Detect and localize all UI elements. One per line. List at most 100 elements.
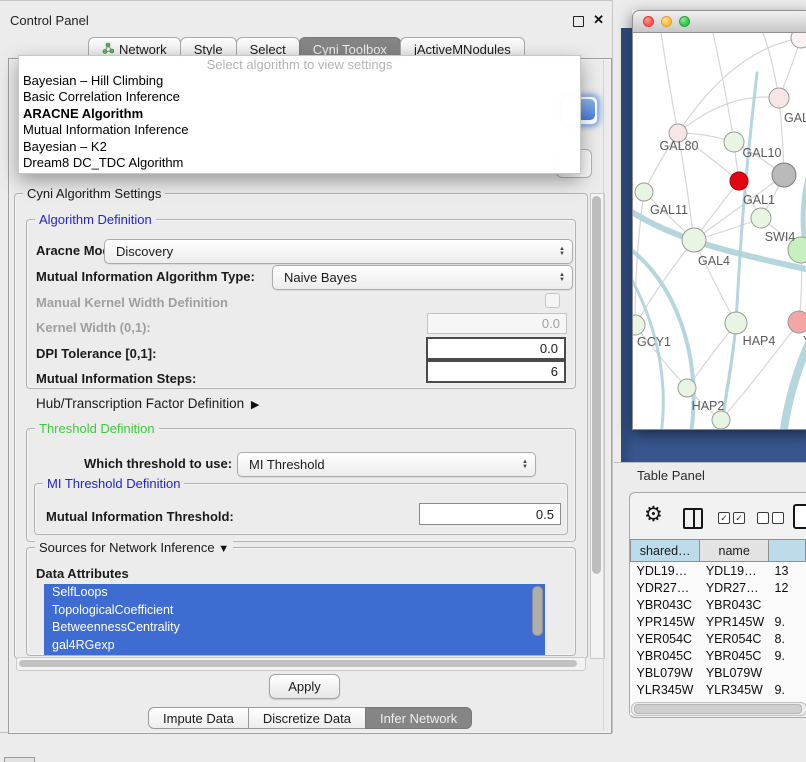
- columns-icon[interactable]: [683, 508, 703, 529]
- settings-horizontal-scrollbar[interactable]: [16, 657, 586, 671]
- manual-kernel-checkbox[interactable]: [545, 293, 560, 308]
- mi-threshold-field[interactable]: 0.5: [419, 503, 561, 525]
- network-canvas[interactable]: GALGAL80GAL10GAL1GAL11GAL4SWI4GCY1HAP4YH…: [632, 33, 806, 430]
- network-node-gal11[interactable]: [635, 183, 653, 201]
- network-window-titlebar[interactable]: [632, 10, 806, 33]
- network-node-hap2[interactable]: [678, 379, 696, 397]
- data-attribute-item[interactable]: BetweennessCentrality: [44, 619, 545, 637]
- scrollbar-thumb[interactable]: [592, 196, 601, 574]
- table-cell[interactable]: YBL079W: [631, 664, 700, 681]
- chevron-down-icon: ▼: [218, 543, 229, 555]
- table-cell[interactable]: YPR145W: [700, 613, 769, 630]
- list-scrollbar[interactable]: [532, 586, 543, 636]
- network-node-gal[interactable]: [769, 88, 789, 108]
- column-header[interactable]: [769, 540, 806, 562]
- table-row[interactable]: YBL079WYBL079W: [631, 664, 806, 681]
- sources-toggle[interactable]: Sources for Network Inference ▼: [35, 540, 233, 557]
- table-cell[interactable]: YDR27…: [700, 579, 769, 596]
- table-cell[interactable]: YBR043C: [700, 596, 769, 613]
- tab-discretize-data[interactable]: Discretize Data: [248, 707, 366, 729]
- network-node[interactable]: [772, 163, 796, 187]
- network-node-y[interactable]: [788, 311, 806, 333]
- data-attribute-item[interactable]: gal4RGexp: [44, 637, 545, 655]
- float-window-icon[interactable]: [573, 16, 584, 27]
- table-cell[interactable]: YBR043C: [631, 596, 700, 613]
- zoom-window-icon[interactable]: [679, 16, 690, 27]
- algorithm-option[interactable]: Mutual Information Inference: [19, 122, 580, 138]
- table-row[interactable]: YBR043CYBR043C: [631, 596, 806, 613]
- mi-steps-field[interactable]: 6: [426, 360, 566, 383]
- table-cell[interactable]: 13: [769, 562, 806, 580]
- table-cell[interactable]: YPR145W: [631, 613, 700, 630]
- table-row[interactable]: YPR145WYPR145W9.: [631, 613, 806, 630]
- network-node-gal4[interactable]: [682, 228, 706, 252]
- network-edge: [678, 97, 779, 133]
- table-cell[interactable]: 8.: [769, 630, 806, 647]
- network-node[interactable]: [730, 172, 748, 190]
- table-cell[interactable]: YDL19…: [631, 562, 700, 580]
- table-cell[interactable]: YLR345W: [631, 681, 700, 698]
- table-cell[interactable]: YER054C: [631, 630, 700, 647]
- which-threshold-combobox[interactable]: MI Threshold ▲▼: [237, 452, 536, 477]
- algorithm-option[interactable]: Basic Correlation Inference: [19, 89, 580, 105]
- kernel-width-field[interactable]: 0.0: [427, 313, 567, 334]
- dpi-tolerance-field[interactable]: 0.0: [426, 337, 566, 360]
- network-node[interactable]: [791, 33, 806, 48]
- gear-icon[interactable]: ⚙: [644, 504, 663, 526]
- table-cell[interactable]: 9.: [769, 613, 806, 630]
- table-cell[interactable]: [769, 664, 806, 681]
- table-cell[interactable]: YER054C: [700, 630, 769, 647]
- document-icon[interactable]: [793, 504, 806, 529]
- algorithm-option[interactable]: Bayesian – K2: [19, 139, 580, 155]
- network-node-hap4[interactable]: [725, 312, 747, 334]
- network-node-gal1[interactable]: [751, 208, 771, 228]
- deselect-all-checkbox-icon[interactable]: [757, 512, 769, 524]
- table-cell[interactable]: YBR045C: [700, 647, 769, 664]
- table-row[interactable]: YBR045CYBR045C9.: [631, 647, 806, 664]
- data-attribute-item[interactable]: TopologicalCoefficient: [44, 602, 545, 620]
- table-row[interactable]: YDR27…YDR27…12: [631, 579, 806, 596]
- table-cell[interactable]: [769, 596, 806, 613]
- apply-button[interactable]: Apply: [269, 674, 340, 699]
- table-cell[interactable]: 9.: [769, 647, 806, 664]
- mi-threshold-label: Mutual Information Threshold:: [46, 509, 234, 524]
- algorithm-option[interactable]: Bayesian – Hill Climbing: [19, 73, 580, 89]
- table-row[interactable]: YLR345WYLR345W9.: [631, 681, 806, 698]
- mi-algorithm-type-combobox[interactable]: Naive Bayes ▲▼: [272, 265, 573, 290]
- network-node[interactable]: [712, 411, 730, 429]
- table-cell[interactable]: YDR27…: [631, 579, 700, 596]
- network-node-gal10[interactable]: [724, 132, 744, 152]
- close-icon[interactable]: ✕: [593, 12, 604, 28]
- node-label: GAL4: [698, 254, 730, 268]
- aracne-mode-combobox[interactable]: Discovery ▲▼: [104, 239, 573, 264]
- collapsed-panel-button[interactable]: [4, 757, 35, 762]
- minimize-window-icon[interactable]: [661, 16, 672, 27]
- algorithm-option-selected[interactable]: ARACNE Algorithm: [19, 106, 580, 122]
- network-node-gcy1[interactable]: [633, 315, 645, 335]
- algorithm-option[interactable]: Dream8 DC_TDC Algorithm: [19, 155, 580, 171]
- select-all-checkbox-icon[interactable]: ✓: [733, 512, 745, 524]
- column-header[interactable]: name: [700, 540, 769, 562]
- deselect-all-checkbox-icon[interactable]: [772, 512, 784, 524]
- node-label: SWI4: [765, 230, 796, 244]
- table-cell[interactable]: 9.: [769, 681, 806, 698]
- scrollbar-thumb[interactable]: [634, 704, 802, 714]
- table-cell[interactable]: 12: [769, 579, 806, 596]
- scrollbar-thumb[interactable]: [19, 660, 577, 667]
- node-label: GAL: [784, 111, 806, 125]
- table-cell[interactable]: YDL19…: [700, 562, 769, 580]
- hub-definition-toggle[interactable]: Hub/Transcription Factor Definition ▶: [36, 396, 259, 411]
- group-title: Threshold Definition: [35, 421, 159, 436]
- tab-impute-data[interactable]: Impute Data: [148, 707, 249, 729]
- select-all-checkbox-icon[interactable]: ✓: [718, 512, 730, 524]
- close-window-icon[interactable]: [643, 16, 654, 27]
- table-row[interactable]: YER054CYER054C8.: [631, 630, 806, 647]
- data-attribute-item[interactable]: SelfLoops: [44, 584, 545, 602]
- table-cell[interactable]: YLR345W: [700, 681, 769, 698]
- table-row[interactable]: YDL19…YDL19…13: [631, 562, 806, 580]
- column-header[interactable]: shared…: [631, 540, 700, 562]
- table-cell[interactable]: YBL079W: [700, 664, 769, 681]
- tab-infer-network[interactable]: Infer Network: [365, 707, 472, 729]
- table-cell[interactable]: YBR045C: [631, 647, 700, 664]
- table-horizontal-scrollbar[interactable]: [631, 702, 806, 716]
